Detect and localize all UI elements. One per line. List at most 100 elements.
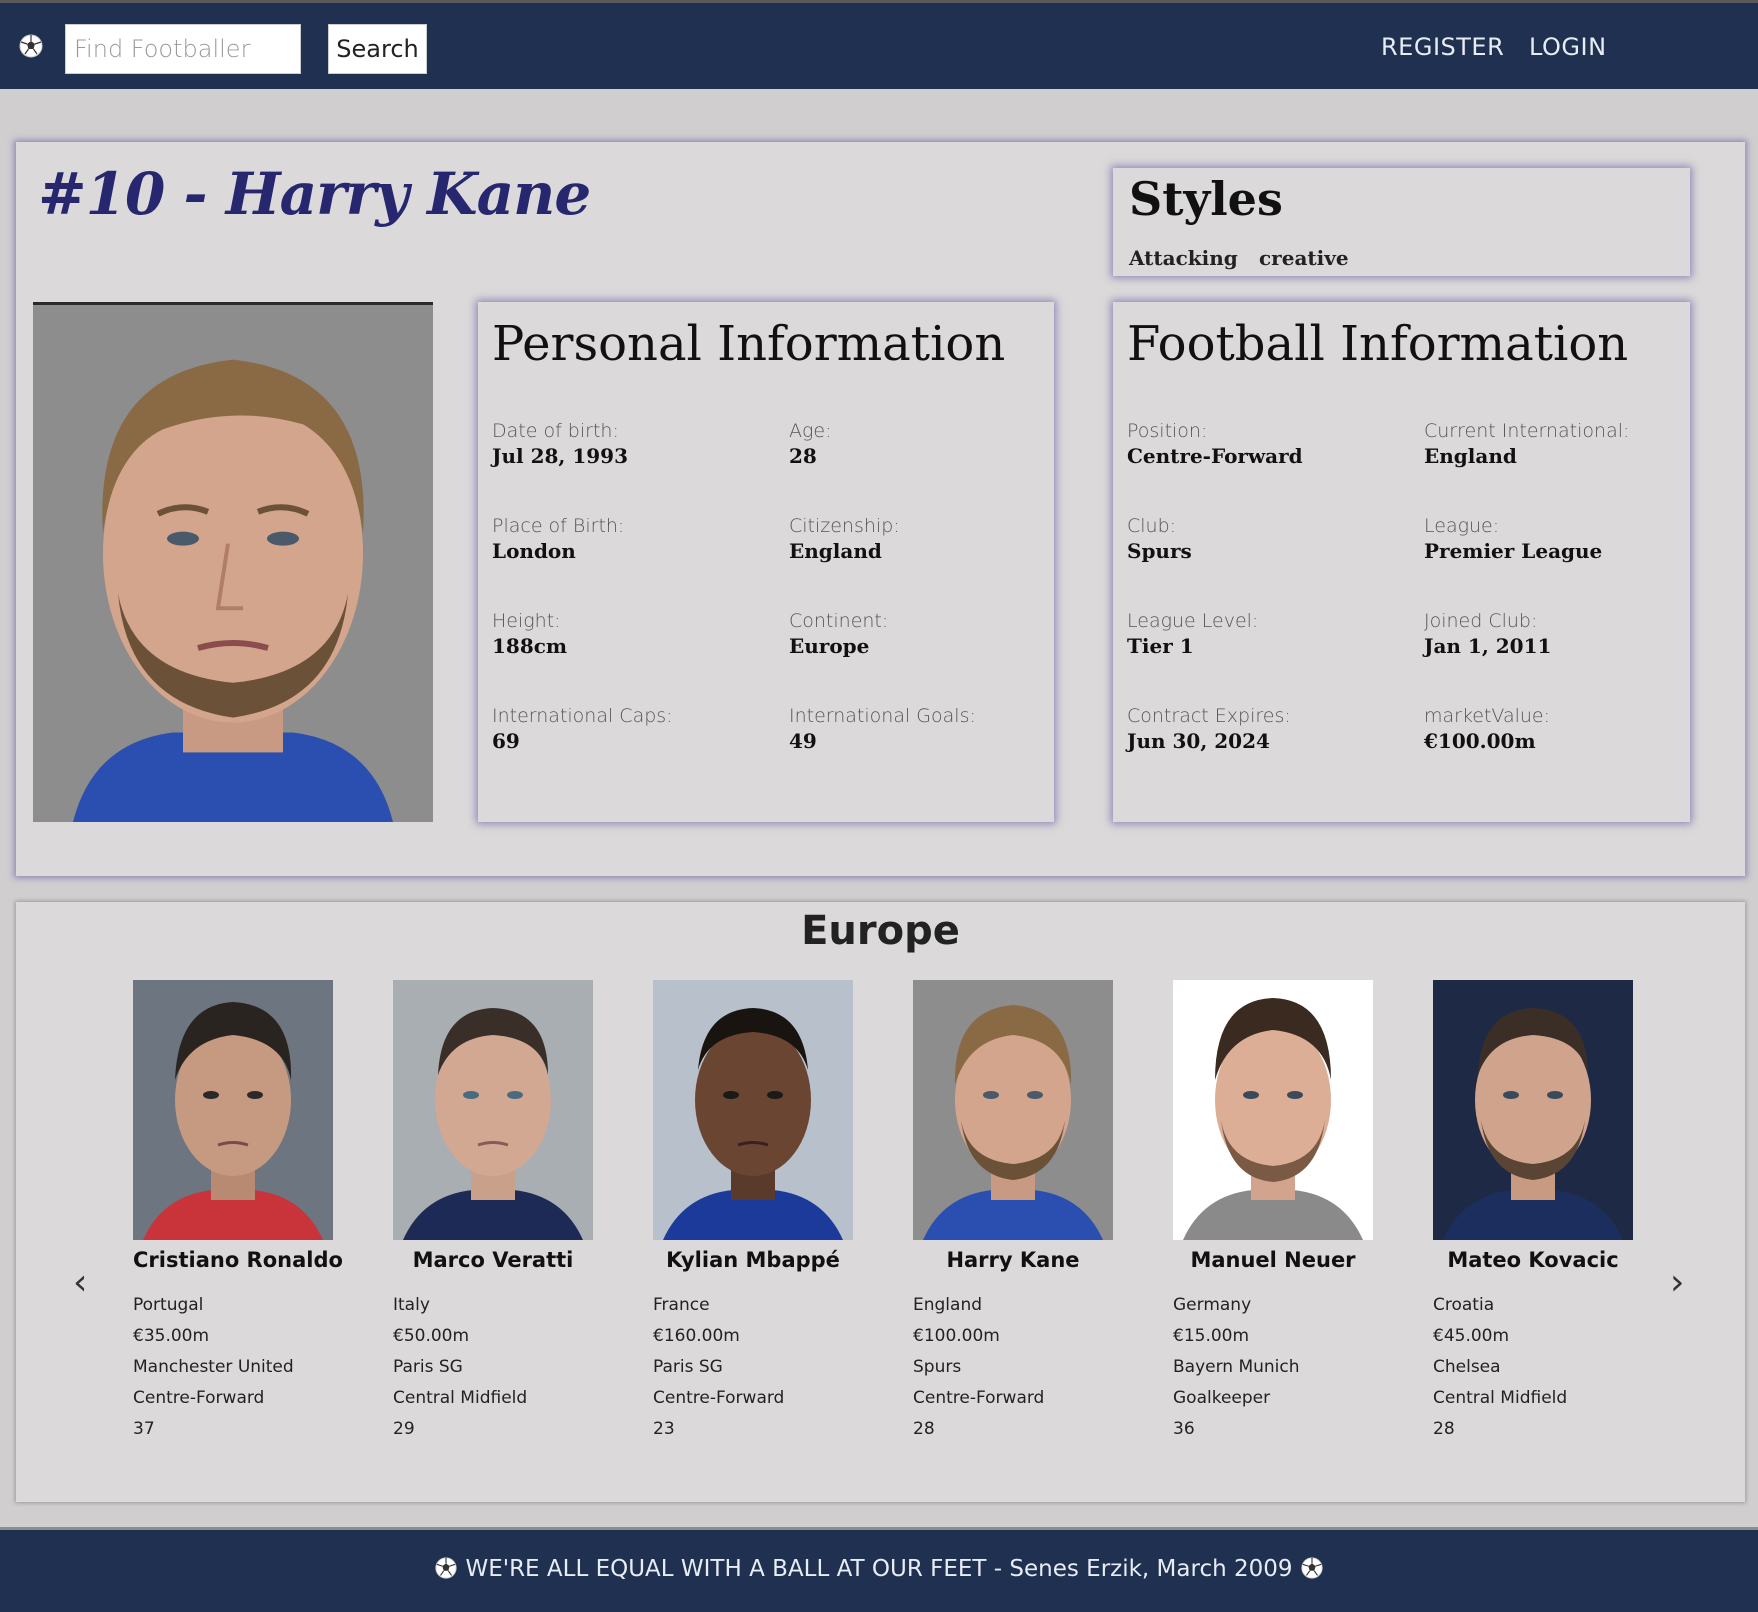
- field-value: 28: [789, 444, 817, 468]
- style-tag: Attacking: [1129, 246, 1238, 270]
- field-value: Jun 30, 2024: [1127, 729, 1270, 753]
- field-label: Continent:: [789, 610, 889, 632]
- player-card-country: Italy: [393, 1295, 430, 1315]
- player-card-photo[interactable]: [913, 980, 1113, 1240]
- field-label: Place of Birth:: [492, 515, 625, 537]
- player-card-value: €50.00m: [393, 1326, 470, 1346]
- age-field: Age: 28: [789, 420, 1059, 468]
- league-field: League: Premier League: [1424, 515, 1694, 563]
- styles-title: Styles: [1129, 172, 1283, 226]
- field-label: Age:: [789, 420, 832, 442]
- field-label: Club:: [1127, 515, 1177, 537]
- field-label: Height:: [492, 610, 561, 632]
- player-title: #10 - Harry Kane: [38, 160, 591, 228]
- player-photo: [33, 302, 433, 822]
- player-card-value: €100.00m: [913, 1326, 1000, 1346]
- field-value: Jul 28, 1993: [492, 444, 628, 468]
- personal-information-title: Personal Information: [492, 316, 1006, 372]
- chevron-right-icon[interactable]: ›: [1670, 1262, 1684, 1303]
- player-card[interactable]: Manuel Neuer Germany €15.00m Bayern Muni…: [1173, 980, 1373, 1449]
- player-card[interactable]: Kylian Mbappé France €160.00m Paris SG C…: [653, 980, 853, 1449]
- player-card-photo[interactable]: [133, 980, 333, 1240]
- field-label: Joined Club:: [1424, 610, 1538, 632]
- player-card-value: €15.00m: [1173, 1326, 1250, 1346]
- field-label: International Goals:: [789, 705, 976, 727]
- player-card-photo[interactable]: [653, 980, 853, 1240]
- register-link[interactable]: REGISTER: [1381, 33, 1504, 61]
- field-value: Spurs: [1127, 539, 1192, 563]
- field-label: Date of birth:: [492, 420, 619, 442]
- soccer-ball-icon: [434, 1556, 458, 1580]
- player-card-photo[interactable]: [393, 980, 593, 1240]
- search-button[interactable]: Search: [328, 24, 427, 74]
- style-tag: creative: [1259, 246, 1349, 270]
- market-value-field: marketValue: €100.00m: [1424, 705, 1694, 753]
- search-input[interactable]: [65, 24, 301, 74]
- height-field: Height: 188cm: [492, 610, 762, 658]
- player-card-age: 28: [913, 1419, 935, 1439]
- field-label: marketValue:: [1424, 705, 1551, 727]
- field-value: Europe: [789, 634, 870, 658]
- player-card-position: Central Midfield: [1433, 1388, 1568, 1408]
- player-card-country: France: [653, 1295, 710, 1315]
- player-card-name[interactable]: Marco Veratti: [393, 1248, 593, 1272]
- player-card-country: Portugal: [133, 1295, 204, 1315]
- contract-expires-field: Contract Expires: Jun 30, 2024: [1127, 705, 1397, 753]
- player-card-position: Centre-Forward: [913, 1388, 1045, 1408]
- soccer-ball-icon[interactable]: [18, 33, 44, 59]
- player-profile-card: #10 - Harry Kane Styles Attacking creati…: [16, 142, 1745, 876]
- continent-field: Continent: Europe: [789, 610, 1059, 658]
- player-card-age: 28: [1433, 1419, 1455, 1439]
- player-card-photo[interactable]: [1433, 980, 1633, 1240]
- place-of-birth-field: Place of Birth: London: [492, 515, 762, 563]
- player-card[interactable]: Marco Veratti Italy €50.00m Paris SG Cen…: [393, 980, 593, 1449]
- player-card-value: €35.00m: [133, 1326, 210, 1346]
- field-label: Contract Expires:: [1127, 705, 1291, 727]
- field-label: League Level:: [1127, 610, 1259, 632]
- player-card-country: Germany: [1173, 1295, 1252, 1315]
- player-card-value: €160.00m: [653, 1326, 740, 1346]
- player-card-club: Paris SG: [393, 1357, 463, 1377]
- field-label: League:: [1424, 515, 1500, 537]
- carousel-title: Europe: [801, 908, 960, 954]
- player-card[interactable]: Cristiano Ronaldo Portugal €35.00m Manch…: [133, 980, 343, 1449]
- field-value: €100.00m: [1424, 729, 1536, 753]
- field-value: 69: [492, 729, 520, 753]
- player-card-country: Croatia: [1433, 1295, 1495, 1315]
- player-card-name[interactable]: Cristiano Ronaldo: [133, 1248, 343, 1272]
- field-value: England: [789, 539, 882, 563]
- player-card-country: England: [913, 1295, 983, 1315]
- position-field: Position: Centre-Forward: [1127, 420, 1397, 468]
- field-value: Tier 1: [1127, 634, 1194, 658]
- field-value: Jan 1, 2011: [1424, 634, 1552, 658]
- player-card-name[interactable]: Mateo Kovacic: [1433, 1248, 1633, 1272]
- player-card[interactable]: Mateo Kovacic Croatia €45.00m Chelsea Ce…: [1433, 980, 1633, 1449]
- field-value: Centre-Forward: [1127, 444, 1303, 468]
- field-value: 188cm: [492, 634, 568, 658]
- login-link[interactable]: LOGIN: [1529, 33, 1607, 61]
- field-label: Citizenship:: [789, 515, 900, 537]
- player-card-name[interactable]: Kylian Mbappé: [653, 1248, 853, 1272]
- styles-box: Styles Attacking creative: [1113, 168, 1690, 276]
- chevron-left-icon[interactable]: ‹: [73, 1262, 87, 1303]
- joined-club-field: Joined Club: Jan 1, 2011: [1424, 610, 1694, 658]
- player-card-name[interactable]: Manuel Neuer: [1173, 1248, 1373, 1272]
- citizenship-field: Citizenship: England: [789, 515, 1059, 563]
- date-of-birth-field: Date of birth: Jul 28, 1993: [492, 420, 762, 468]
- player-card[interactable]: Harry Kane England €100.00m Spurs Centre…: [913, 980, 1113, 1449]
- player-card-value: €45.00m: [1433, 1326, 1510, 1346]
- player-card-position: Centre-Forward: [133, 1388, 265, 1408]
- player-card-age: 36: [1173, 1419, 1195, 1439]
- international-caps-field: International Caps: 69: [492, 705, 762, 753]
- player-card-position: Centre-Forward: [653, 1388, 785, 1408]
- league-level-field: League Level: Tier 1: [1127, 610, 1397, 658]
- personal-information-box: Personal Information Date of birth: Jul …: [478, 302, 1054, 822]
- player-card-photo[interactable]: [1173, 980, 1373, 1240]
- current-international-field: Current International: England: [1424, 420, 1694, 468]
- player-card-name[interactable]: Harry Kane: [913, 1248, 1113, 1272]
- field-value: England: [1424, 444, 1517, 468]
- player-card-club: Manchester United: [133, 1357, 294, 1377]
- player-card-club: Chelsea: [1433, 1357, 1501, 1377]
- field-value: Premier League: [1424, 539, 1603, 563]
- top-navbar: Search REGISTER LOGIN: [0, 0, 1758, 89]
